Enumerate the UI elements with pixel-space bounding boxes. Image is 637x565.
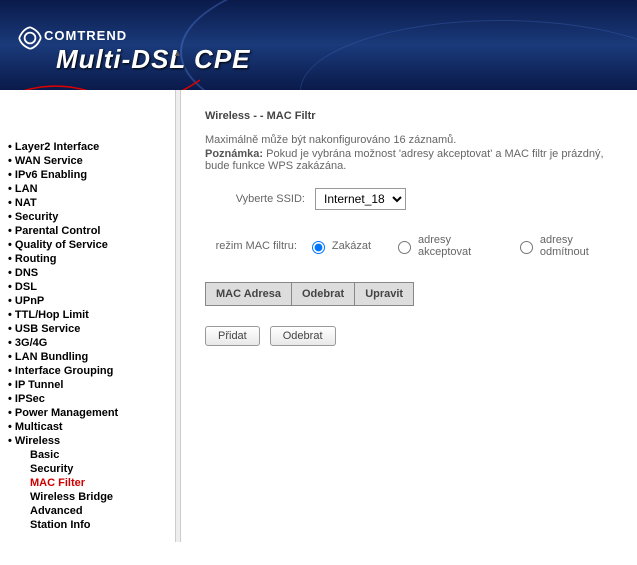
sidebar-item-lan[interactable]: LAN bbox=[8, 182, 180, 196]
sidebar-item-dsl[interactable]: DSL bbox=[8, 280, 180, 294]
sidebar-subitem-stationinfo[interactable]: Station Info bbox=[8, 518, 180, 532]
sidebar-item-routing[interactable]: Routing bbox=[8, 252, 180, 266]
mac-table: MAC Adresa Odebrat Upravit bbox=[205, 282, 414, 306]
mode-label: režim MAC filtru: bbox=[205, 240, 307, 252]
ssid-label: Vyberte SSID: bbox=[205, 193, 315, 205]
sidebar-item-ttl[interactable]: TTL/Hop Limit bbox=[8, 308, 180, 322]
add-button[interactable]: Přidat bbox=[205, 326, 260, 346]
sidebar-item-parental[interactable]: Parental Control bbox=[8, 224, 180, 238]
sidebar-subitem-basic[interactable]: Basic bbox=[8, 448, 180, 462]
sidebar-subitem-advanced[interactable]: Advanced bbox=[8, 504, 180, 518]
scroll-up-icon[interactable]: ▲ bbox=[173, 48, 183, 58]
sidebar-item-wan[interactable]: WAN Service bbox=[8, 154, 180, 168]
sidebar-item-iptunnel[interactable]: IP Tunnel bbox=[8, 378, 180, 392]
mode-row: režim MAC filtru: Zakázat adresy akcepto… bbox=[205, 234, 627, 258]
note-body: Pokud je vybrána možnost 'adresy akcepto… bbox=[205, 148, 604, 172]
app-header: COMTREND Multi-DSL CPE bbox=[0, 0, 637, 90]
radio-disable-label[interactable]: Zakázat bbox=[307, 238, 371, 254]
note-text: Poznámka: Pokud je vybrána možnost 'adre… bbox=[205, 148, 627, 172]
col-edit: Upravit bbox=[355, 283, 414, 306]
sidebar-item-multicast[interactable]: Multicast bbox=[8, 420, 180, 434]
ssid-select[interactable]: Internet_18 bbox=[315, 188, 406, 210]
sidebar-item-wireless[interactable]: Wireless bbox=[8, 434, 180, 448]
main-content: Wireless - - MAC Filtr Maximálně může bý… bbox=[180, 90, 637, 542]
sidebar-item-ipsec[interactable]: IPSec bbox=[8, 392, 180, 406]
sidebar-subitem-bridge[interactable]: Wireless Bridge bbox=[8, 490, 180, 504]
radio-allow-label[interactable]: adresy akceptovat bbox=[393, 234, 493, 258]
sidebar-item-power[interactable]: Power Management bbox=[8, 406, 180, 420]
brand-name: COMTREND bbox=[44, 28, 127, 43]
button-row: Přidat Odebrat bbox=[205, 326, 627, 346]
sidebar-item-layer2[interactable]: Layer2 Interface bbox=[8, 140, 180, 154]
sidebar-item-nat[interactable]: NAT bbox=[8, 196, 180, 210]
sidebar-subitem-macfilter[interactable]: MAC Filter bbox=[8, 476, 180, 490]
radio-disable[interactable] bbox=[312, 241, 325, 254]
sidebar-item-ipv6[interactable]: IPv6 Enabling bbox=[8, 168, 180, 182]
decorative-line bbox=[0, 70, 200, 90]
sidebar-subitem-security[interactable]: Security bbox=[8, 462, 180, 476]
logo-icon bbox=[12, 20, 48, 56]
sidebar-item-3g4g[interactable]: 3G/4G bbox=[8, 336, 180, 350]
mode-radio-group: Zakázat adresy akceptovat adresy odmítno… bbox=[307, 234, 627, 258]
radio-allow[interactable] bbox=[398, 241, 411, 254]
col-mac: MAC Adresa bbox=[206, 283, 292, 306]
sidebar-item-dns[interactable]: DNS bbox=[8, 266, 180, 280]
sidebar-item-usb[interactable]: USB Service bbox=[8, 322, 180, 336]
radio-deny-label[interactable]: adresy odmítnout bbox=[515, 234, 611, 258]
sidebar-item-upnp[interactable]: UPnP bbox=[8, 294, 180, 308]
remove-button[interactable]: Odebrat bbox=[270, 326, 336, 346]
info-text: Maximálně může být nakonfigurováno 16 zá… bbox=[205, 134, 627, 146]
radio-deny[interactable] bbox=[520, 241, 533, 254]
sidebar-item-qos[interactable]: Quality of Service bbox=[8, 238, 180, 252]
sidebar-item-security[interactable]: Security bbox=[8, 210, 180, 224]
scrollbar[interactable] bbox=[175, 90, 181, 542]
sidebar-item-lanbundling[interactable]: LAN Bundling bbox=[8, 350, 180, 364]
page-title: Wireless - - MAC Filtr bbox=[205, 110, 627, 122]
sidebar-item-ifgroup[interactable]: Interface Grouping bbox=[8, 364, 180, 378]
sidebar-nav: ▲ Layer2 Interface WAN Service IPv6 Enab… bbox=[0, 90, 180, 542]
col-remove: Odebrat bbox=[292, 283, 355, 306]
note-label: Poznámka: bbox=[205, 148, 263, 160]
ssid-row: Vyberte SSID: Internet_18 bbox=[205, 188, 627, 210]
